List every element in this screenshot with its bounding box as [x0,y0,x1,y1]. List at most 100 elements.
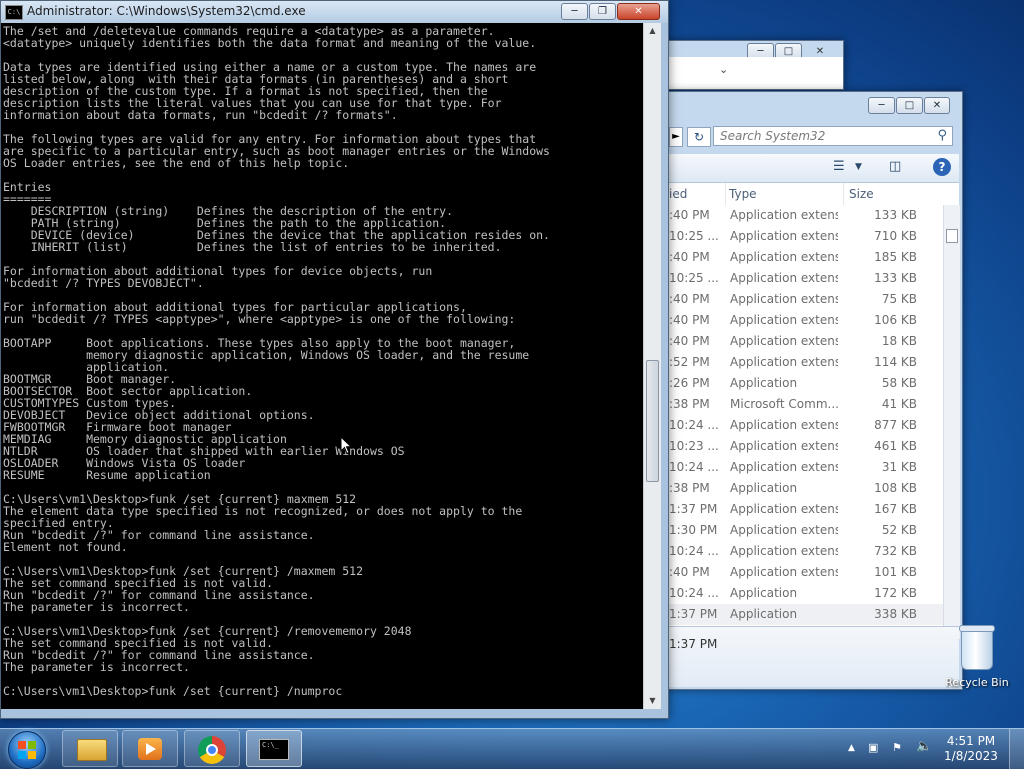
cmd-window[interactable]: C:\ Administrator: C:\Windows\System32\c… [0,0,669,719]
file-modified-date: 10:24 ... [669,460,719,474]
file-row[interactable]: :40 PM Application extens... 101 KB [665,562,943,583]
file-row[interactable]: :38 PM Application 108 KB [665,478,943,499]
recycle-bin-icon [959,625,995,670]
minimize-button[interactable]: ─ [561,3,588,20]
file-row[interactable]: 10:24 ... Application extens... 31 KB [665,457,943,478]
file-size: 133 KB [874,208,917,222]
file-type: Microsoft Comm... [730,397,838,411]
file-row[interactable]: :40 PM Application extens... 133 KB [665,205,943,226]
file-size: 108 KB [874,481,917,495]
file-modified-date: :40 PM [669,313,710,327]
taskbar-explorer-button[interactable] [62,730,118,767]
file-modified-date: :40 PM [669,565,710,579]
network-icon[interactable]: ▣ [868,741,878,754]
chevron-down-icon[interactable]: ▼ [855,162,862,172]
file-modified-date: 10:24 ... [669,418,719,432]
file-row[interactable]: 10:24 ... Application extens... 732 KB [665,541,943,562]
details-pane: 1:37 PM [665,626,959,687]
file-row[interactable]: 1:30 PM Application extens... 52 KB [665,520,943,541]
column-header-date[interactable]: ied [669,183,726,205]
action-center-icon[interactable]: ⚑ [892,741,902,754]
search-icon[interactable]: ⚲ [937,129,947,143]
file-modified-date: :40 PM [669,208,710,222]
taskbar-chrome-button[interactable] [184,730,240,767]
background-window[interactable]: ─ □ ✕ ⌄ [664,40,844,90]
file-type: Application extens... [730,565,838,579]
file-size: 114 KB [874,355,917,369]
file-size: 710 KB [874,229,917,243]
search-input[interactable]: Search System32 ⚲ [713,126,953,146]
explorer-window[interactable]: ─ □ ✕ ► ↻ Search System32 ⚲ ☰ ▼ ◫ ? ied … [664,91,963,690]
view-options-icon[interactable]: ☰ [833,159,845,174]
file-row[interactable]: 1:37 PM Application 338 KB [665,604,943,625]
volume-icon[interactable]: 🔈 [916,739,932,754]
file-modified-date: :38 PM [669,481,710,495]
file-row[interactable]: 10:23 ... Application extens... 461 KB [665,436,943,457]
maximize-button[interactable]: ❐ [589,3,616,20]
file-type: Application [730,586,798,600]
file-modified-date: :38 PM [669,397,710,411]
file-row[interactable]: 1:37 PM Application extens... 167 KB [665,499,943,520]
start-button[interactable] [8,731,46,769]
address-dropdown-arrow[interactable]: ► [669,127,683,147]
system-tray: ▲ ▣ ⚑ 🔈 4:51 PM 1/8/2023 [844,729,1024,769]
clock[interactable]: 4:51 PM 1/8/2023 [944,734,998,764]
scrollbar-thumb[interactable] [646,360,659,482]
windows-logo-icon [18,741,36,759]
file-size: 106 KB [874,313,917,327]
detail-modified-time: 1:37 PM [669,637,718,651]
console-output[interactable]: The /set and /deletevalue commands requi… [1,23,643,709]
file-modified-date: 1:37 PM [669,607,718,621]
cmd-titlebar[interactable]: C:\ Administrator: C:\Windows\System32\c… [1,1,668,23]
scrollbar-thumb[interactable] [946,229,958,243]
column-header-size[interactable]: Size [849,183,927,205]
file-size: 58 KB [881,376,917,390]
refresh-icon[interactable]: ↻ [687,127,711,147]
taskbar-cmd-button[interactable]: C:\_ [246,730,302,767]
file-type: Application [730,481,798,495]
file-row[interactable]: 10:25 ... Application extens... 133 KB [665,268,943,289]
clock-time: 4:51 PM [946,734,996,748]
file-type: Application extens... [730,271,838,285]
recycle-bin-label: Recycle Bin [945,676,1009,689]
maximize-button[interactable]: □ [896,97,923,114]
file-row[interactable]: :52 PM Application extens... 114 KB [665,352,943,373]
file-row[interactable]: :40 PM Application extens... 75 KB [665,289,943,310]
preview-pane-icon[interactable]: ◫ [889,159,901,174]
show-hidden-icons-icon[interactable]: ▲ [848,743,855,753]
show-desktop-button[interactable] [1009,729,1024,769]
file-row[interactable]: :40 PM Application extens... 18 KB [665,331,943,352]
file-size: 75 KB [881,292,917,306]
file-row[interactable]: :40 PM Application extens... 185 KB [665,247,943,268]
close-button[interactable]: ✕ [924,97,950,114]
column-header-type[interactable]: Type [729,183,844,205]
vertical-scrollbar[interactable] [943,205,960,639]
close-button[interactable]: ✕ [617,3,660,20]
file-row[interactable]: 10:24 ... Application 172 KB [665,583,943,604]
file-type: Application extens... [730,418,838,432]
file-modified-date: :26 PM [669,376,710,390]
file-row[interactable]: 10:24 ... Application extens... 877 KB [665,415,943,436]
file-modified-date: 10:25 ... [669,271,719,285]
file-list: ied Type Size :40 PM Application extens..… [665,183,960,683]
vertical-scrollbar[interactable]: ▲ ▼ [643,23,661,709]
file-modified-date: :40 PM [669,292,710,306]
console-text: The /set and /deletevalue commands requi… [3,24,550,698]
taskbar-media-player-button[interactable] [122,730,178,767]
cmd-icon[interactable]: C:\ [5,5,23,20]
recycle-bin[interactable]: Recycle Bin [942,625,1012,689]
file-row[interactable]: :40 PM Application extens... 106 KB [665,310,943,331]
file-size: 167 KB [874,502,917,516]
file-row[interactable]: :26 PM Application 58 KB [665,373,943,394]
scroll-up-arrow[interactable]: ▲ [644,23,661,39]
help-icon[interactable]: ? [933,158,951,176]
file-row[interactable]: :38 PM Microsoft Comm... 41 KB [665,394,943,415]
file-size: 31 KB [881,460,917,474]
file-size: 133 KB [874,271,917,285]
chevron-down-icon[interactable]: ⌄ [719,63,728,76]
scroll-down-arrow[interactable]: ▼ [644,693,661,709]
file-size: 461 KB [874,439,917,453]
minimize-button[interactable]: ─ [868,97,895,114]
file-row[interactable]: 10:25 ... Application extens... 710 KB [665,226,943,247]
file-type: Application [730,376,798,390]
